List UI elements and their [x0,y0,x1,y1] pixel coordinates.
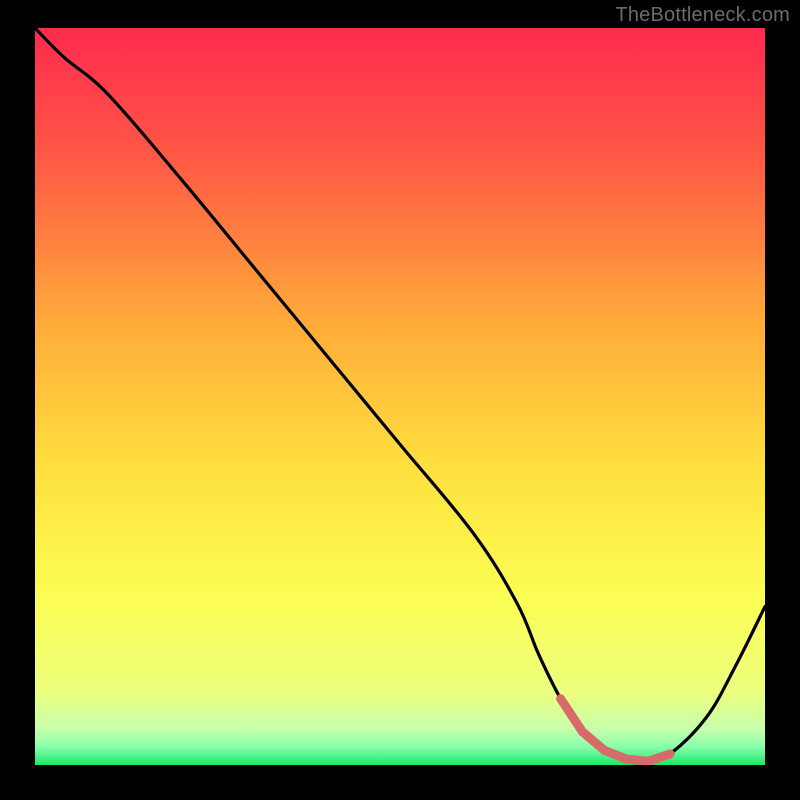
gradient-background [35,28,765,765]
chart-plot-area [35,28,765,765]
chart-svg [35,28,765,765]
watermark-text: TheBottleneck.com [615,4,790,27]
